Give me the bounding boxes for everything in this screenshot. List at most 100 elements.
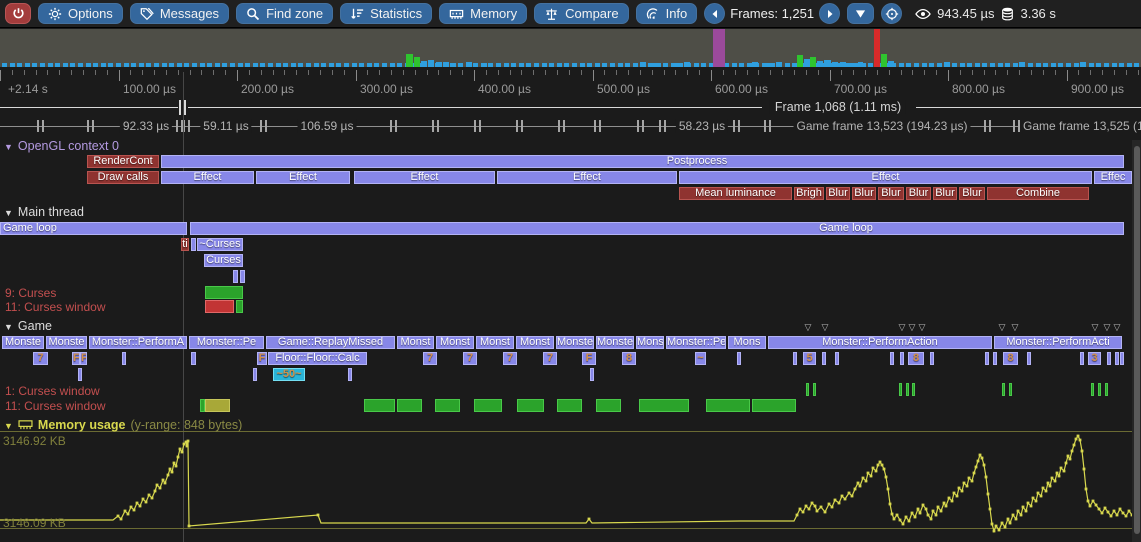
find-zone-button[interactable]: Find zone — [236, 3, 333, 24]
zone-effect[interactable]: Effect — [256, 171, 350, 184]
zone-effect[interactable]: Effect — [497, 171, 677, 184]
zone-bar[interactable] — [1115, 352, 1119, 365]
zone-bar[interactable] — [752, 399, 796, 412]
zone-monster-performa[interactable]: Monster::PerformA — [89, 336, 187, 349]
goto-frame-button[interactable] — [881, 3, 902, 24]
zone-3[interactable]: 3 — [1088, 352, 1101, 365]
zone-bar[interactable] — [253, 368, 257, 381]
compare-button[interactable]: Compare — [534, 3, 628, 24]
zone-ti[interactable]: ti — [181, 238, 189, 251]
messages-button[interactable]: Messages — [130, 3, 229, 24]
zone-effect[interactable]: Effect — [161, 171, 254, 184]
zone-8[interactable]: 8 — [1003, 352, 1018, 365]
zone-bar[interactable] — [899, 383, 902, 396]
zone-monste[interactable]: Monste — [556, 336, 594, 349]
zone-bar[interactable] — [890, 352, 894, 365]
zone-game-loop[interactable]: Game loop — [190, 222, 1124, 235]
zone-bar[interactable] — [364, 399, 395, 412]
info-button[interactable]: Info — [636, 3, 698, 24]
section-header-game[interactable]: Game — [4, 319, 52, 333]
zone-bar[interactable] — [639, 399, 689, 412]
zone-game-replaymissed[interactable]: Game::ReplayMissed — [266, 336, 395, 349]
zone-blur[interactable]: Blur — [906, 187, 931, 200]
power-button[interactable] — [5, 3, 31, 24]
zone-bar[interactable] — [1105, 383, 1108, 396]
zone-bar[interactable] — [191, 238, 196, 251]
zone-draw-calls[interactable]: Draw calls — [87, 171, 159, 184]
zone-floor-floor-calc[interactable]: Floor::Floor::Calc — [268, 352, 367, 365]
zone-bar[interactable]: ~ — [695, 352, 706, 365]
scrollbar-thumb[interactable] — [1134, 146, 1140, 534]
zone-7[interactable]: 7 — [463, 352, 477, 365]
section-header-opengl[interactable]: OpenGL context 0 — [4, 139, 119, 153]
zone-bar[interactable] — [474, 399, 502, 412]
channel-label[interactable]: 11: Curses window — [5, 300, 106, 314]
zone-f[interactable]: F — [80, 352, 87, 365]
zone-bar[interactable] — [122, 352, 126, 365]
memory-button[interactable]: Memory — [439, 3, 527, 24]
zone-monster-pe[interactable]: Monster::Pe — [189, 336, 264, 349]
collapse-all-button[interactable] — [847, 3, 874, 24]
zone-bar[interactable] — [205, 286, 243, 299]
zone-bar[interactable] — [793, 352, 797, 365]
channel-label[interactable]: 11: Curses window — [5, 399, 106, 413]
zone-7[interactable]: 7 — [503, 352, 517, 365]
zone-bar[interactable] — [236, 300, 243, 313]
zone-bar[interactable] — [1091, 383, 1094, 396]
zone-curses[interactable]: Curses — [204, 254, 243, 267]
statistics-button[interactable]: Statistics — [340, 3, 432, 24]
zone-bar[interactable] — [191, 352, 196, 365]
zone-bar[interactable] — [985, 352, 989, 365]
zone-bar[interactable] — [233, 270, 238, 283]
zone-monst[interactable]: Monst — [476, 336, 514, 349]
zone-bar[interactable] — [993, 352, 997, 365]
zone-bar[interactable] — [348, 368, 352, 381]
section-header-memory[interactable]: Memory usage (y-range: 848 bytes) — [4, 418, 242, 432]
zone-bar[interactable] — [596, 399, 621, 412]
section-header-main-thread[interactable]: Main thread — [4, 205, 84, 219]
zone-bar[interactable] — [806, 383, 809, 396]
zone-curses[interactable]: ~Curses — [197, 238, 243, 251]
zone-bar[interactable] — [737, 352, 741, 365]
zone-blur[interactable]: Blur — [852, 187, 876, 200]
zone-bar[interactable] — [1027, 352, 1031, 365]
zone-monste[interactable]: Monste — [2, 336, 44, 349]
zone-bar[interactable] — [205, 300, 234, 313]
zone-8[interactable]: 8 — [622, 352, 636, 365]
zone-monst[interactable]: Monst — [516, 336, 554, 349]
channel-label[interactable]: 1: Curses window — [5, 384, 100, 398]
zone-blur[interactable]: Blur — [959, 187, 985, 200]
zone-mons[interactable]: Mons — [728, 336, 766, 349]
zone-bar[interactable] — [1080, 352, 1084, 365]
zone-mean-luminance[interactable]: Mean luminance — [679, 187, 792, 200]
zone-rendercont[interactable]: RenderCont — [87, 155, 159, 168]
zone-effec[interactable]: Effec — [1094, 171, 1132, 184]
zone-bar[interactable] — [706, 399, 750, 412]
zone-brigh[interactable]: Brigh — [794, 187, 824, 200]
channel-label[interactable]: 9: Curses — [5, 286, 56, 300]
zone-bar[interactable] — [1009, 383, 1012, 396]
options-button[interactable]: Options — [38, 3, 123, 24]
zone-game-loop[interactable]: Game loop — [0, 222, 187, 235]
zone-bar[interactable] — [205, 399, 230, 412]
prev-frame-button[interactable] — [704, 3, 725, 24]
zone-bar[interactable] — [835, 352, 839, 365]
zone-monster-performaction[interactable]: Monster::PerformAction — [768, 336, 992, 349]
zone-monst[interactable]: Monst — [436, 336, 474, 349]
zone-monster-performacti[interactable]: Monster::PerformActi — [994, 336, 1122, 349]
vertical-scrollbar[interactable] — [1132, 140, 1141, 542]
zone-monste[interactable]: Monste — [46, 336, 87, 349]
zone-blur[interactable]: Blur — [878, 187, 904, 200]
zone-bar[interactable] — [1098, 383, 1101, 396]
zone-combine[interactable]: Combine — [987, 187, 1089, 200]
frame-overview-histogram[interactable] — [0, 29, 1141, 67]
zone-f[interactable]: F — [72, 352, 80, 365]
zone-bar[interactable] — [78, 368, 82, 381]
zone-postprocess[interactable]: Postprocess — [161, 155, 1124, 168]
zone-bar[interactable] — [822, 352, 826, 365]
zone-bar[interactable] — [906, 383, 909, 396]
zone-monste[interactable]: Monste — [596, 336, 634, 349]
zone-blur[interactable]: Blur — [826, 187, 850, 200]
zone-monst[interactable]: Monst — [397, 336, 434, 349]
zone-bar[interactable] — [813, 383, 816, 396]
